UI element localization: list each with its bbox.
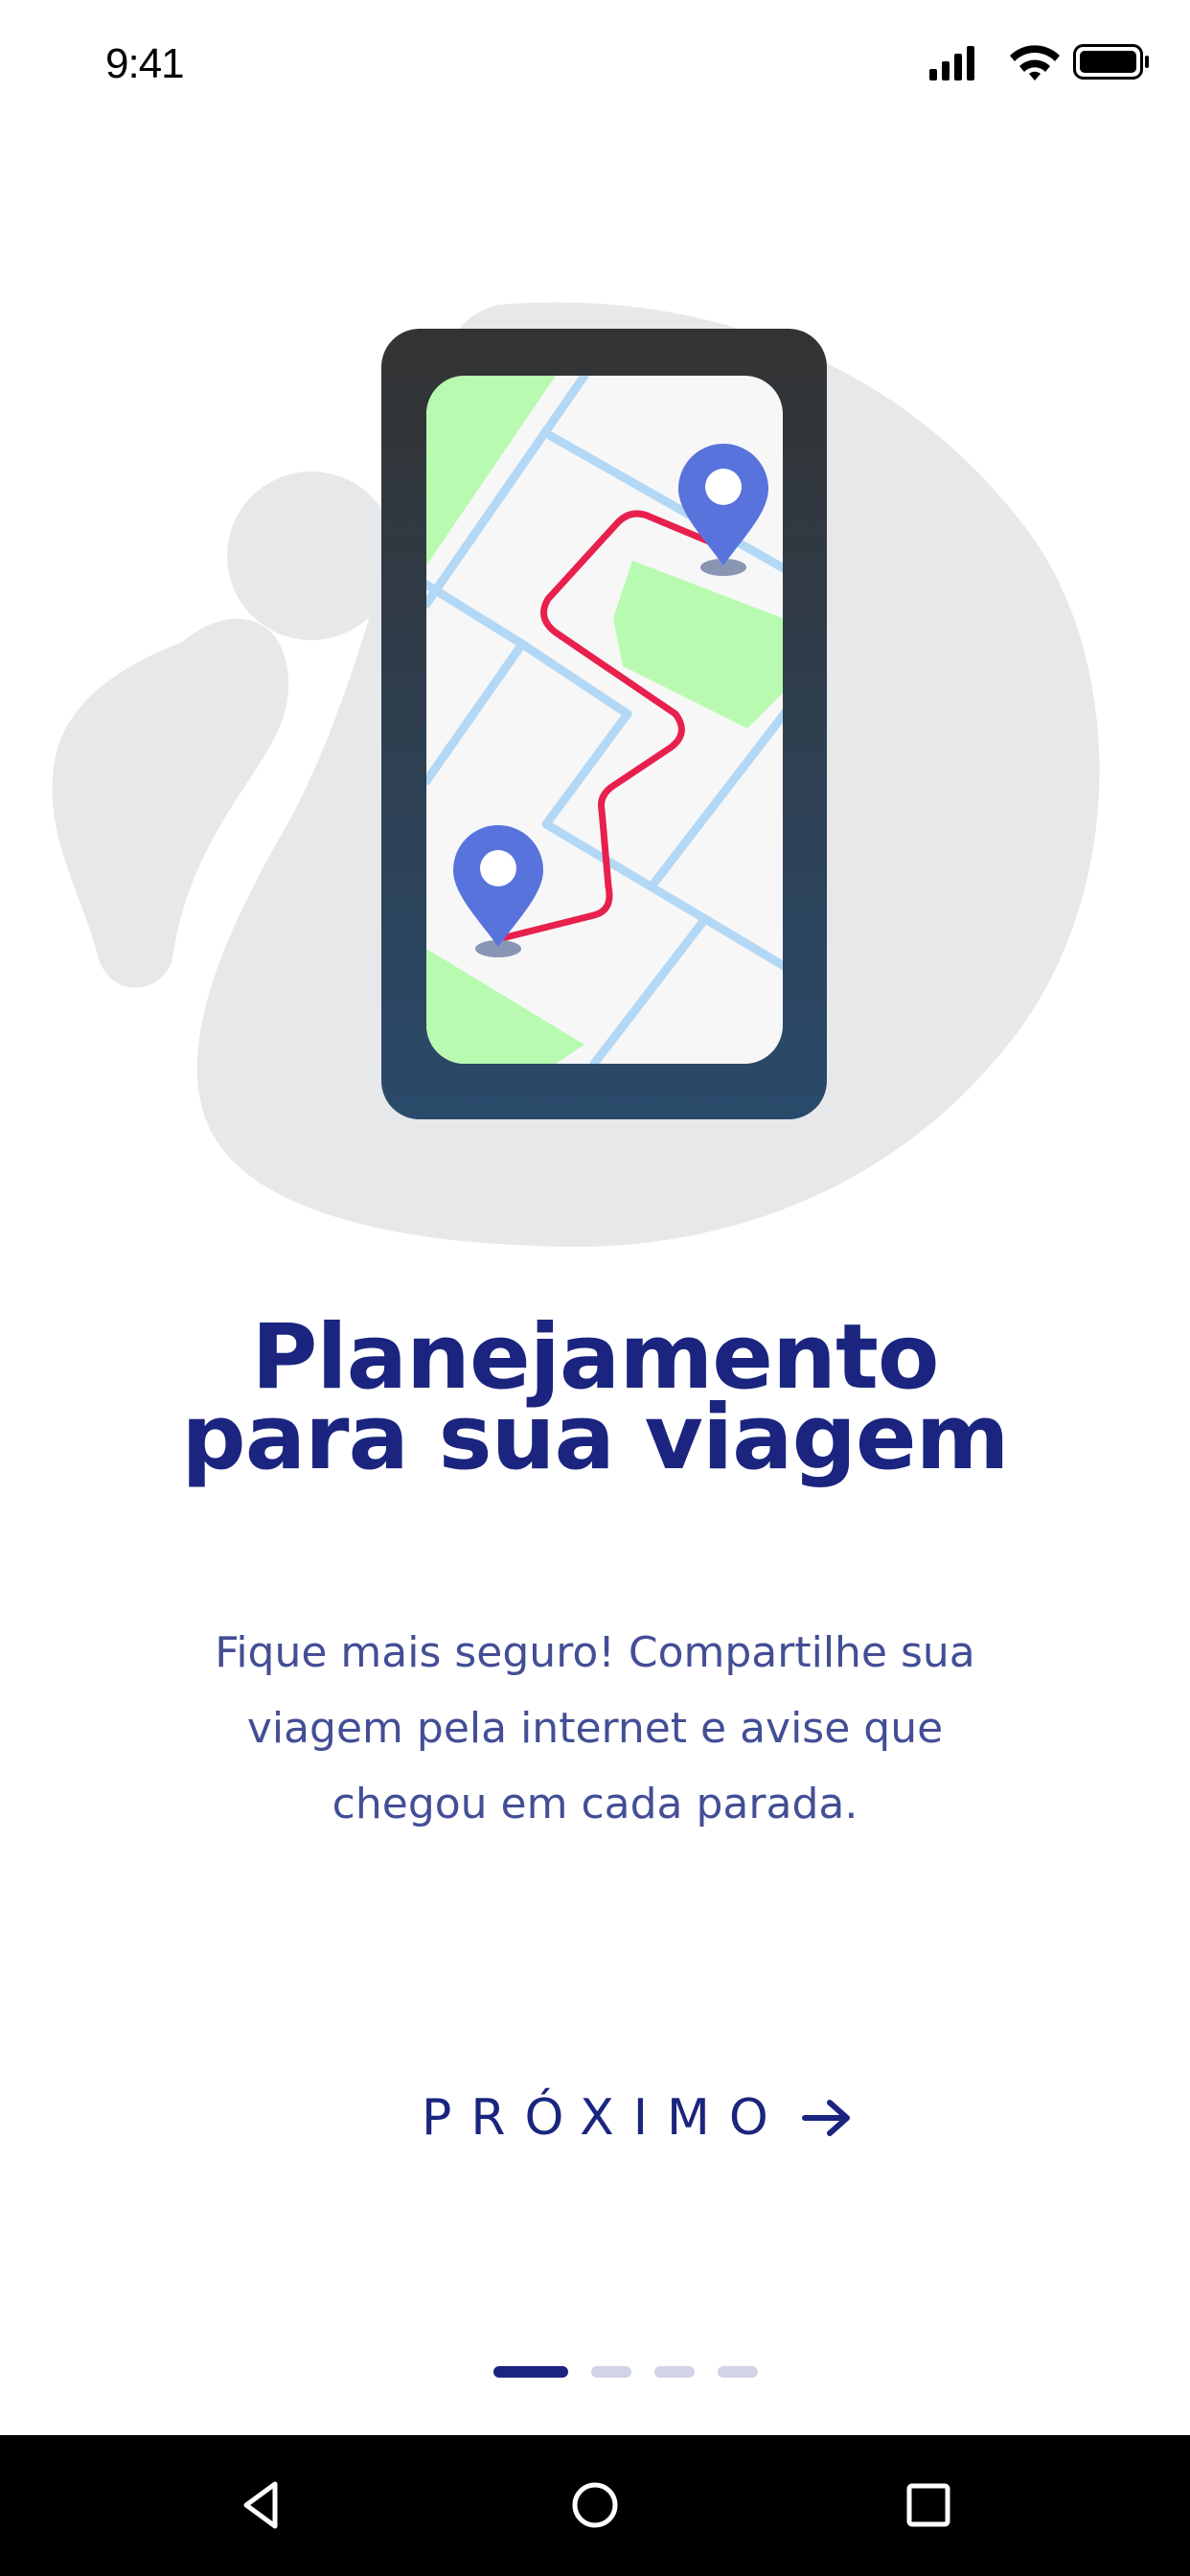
page-dot [718, 2366, 758, 2378]
home-icon[interactable] [552, 2462, 638, 2548]
page-indicator [493, 2365, 781, 2379]
status-bar: 9:41 [0, 0, 1190, 134]
signal-icon [929, 46, 974, 80]
back-icon[interactable] [218, 2462, 305, 2548]
status-time: 9:41 [105, 40, 185, 87]
battery-icon [1073, 44, 1149, 80]
arrow-right-icon [801, 2097, 855, 2139]
page-dot-active [493, 2366, 568, 2378]
wifi-icon [1010, 45, 1060, 80]
next-button[interactable]: PRÓXIMO [422, 2075, 855, 2161]
status-icons [929, 38, 1150, 86]
system-navigation-bar [0, 2435, 1190, 2576]
phone-illustration [381, 329, 827, 1119]
recents-icon[interactable] [885, 2462, 972, 2548]
page-title: Planejamento para sua viagem [0, 1313, 1190, 1490]
onboarding-illustration [0, 288, 1190, 1265]
title-line-2: para sua viagem [181, 1386, 1009, 1490]
description-text: Fique mais seguro! Compartilhe sua viage… [215, 1628, 975, 1828]
page-dot [654, 2366, 695, 2378]
page-dot [591, 2366, 631, 2378]
next-button-label: PRÓXIMO [422, 2089, 788, 2147]
